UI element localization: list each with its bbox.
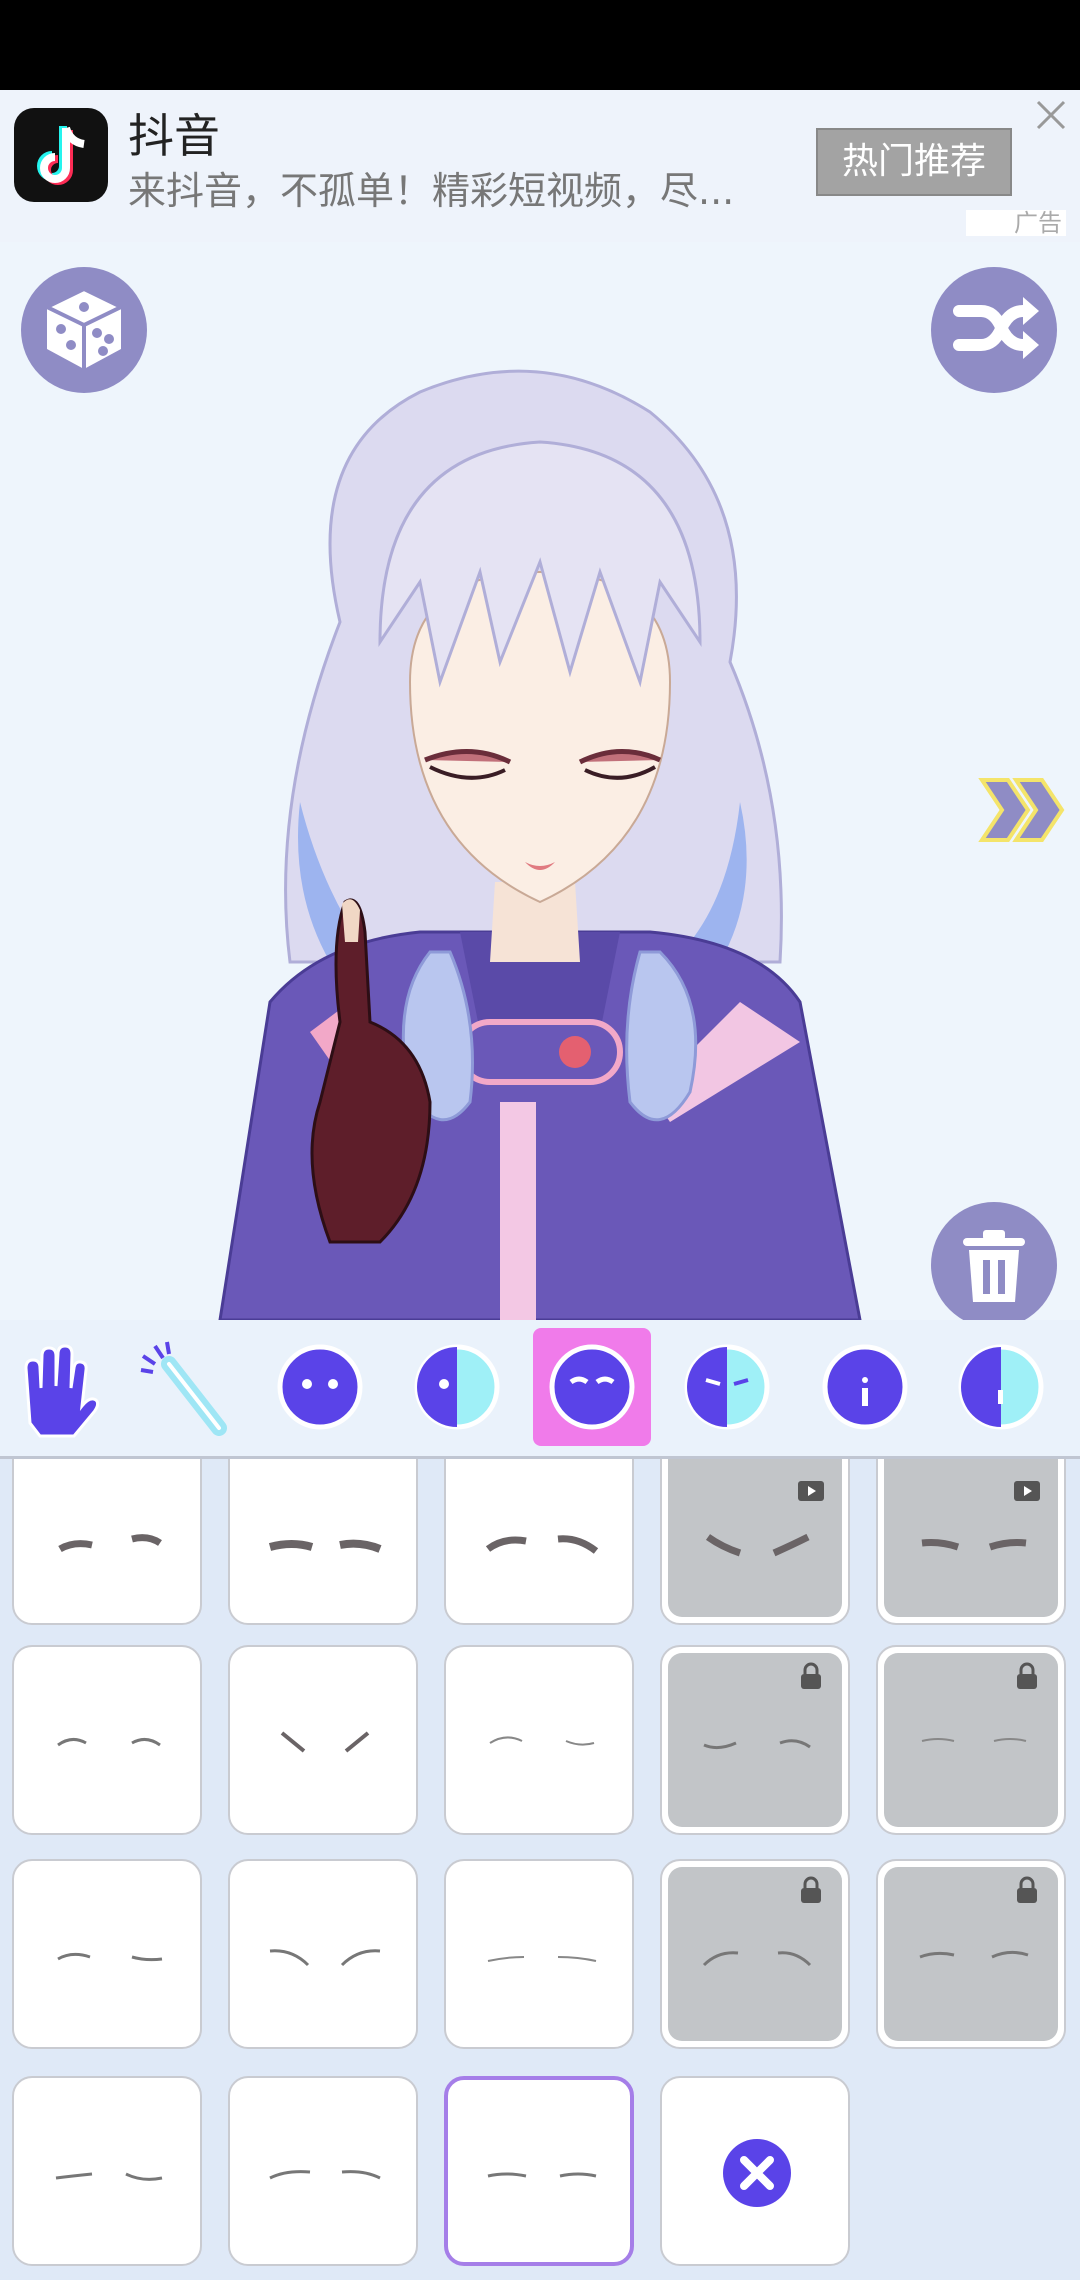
ad-description: 来抖音，不孤单！精彩短视频，尽... <box>128 169 735 213</box>
tool-eye-detail[interactable] <box>668 1328 786 1446</box>
ad-cta-button[interactable]: 热门推荐 <box>816 128 1012 196</box>
ad-label: 广告 <box>966 210 1066 236</box>
no-eyebrow-option[interactable] <box>660 2076 850 2266</box>
lock-icon <box>1017 1876 1037 1903</box>
tool-half-face-detail[interactable] <box>942 1328 1060 1446</box>
brow-option-4[interactable] <box>660 1459 850 1625</box>
brow-option-15[interactable] <box>876 1859 1066 2049</box>
douyin-logo-icon <box>14 108 108 202</box>
brow-option-16[interactable] <box>12 2076 202 2266</box>
brow-option-13[interactable] <box>444 1859 634 2049</box>
shuffle-button[interactable] <box>931 267 1057 393</box>
status-bar <box>0 0 1080 90</box>
eyebrow-options-grid <box>0 1459 1080 2280</box>
tool-hand[interactable] <box>0 1328 118 1446</box>
tool-eyes[interactable] <box>533 1328 651 1446</box>
ad-banner[interactable]: 抖音 来抖音，不孤单！精彩短视频，尽... 热门推荐 广告 <box>0 90 1080 242</box>
brow-option-14[interactable] <box>660 1859 850 2049</box>
shuffle-icon <box>953 297 1039 359</box>
brow-option-17[interactable] <box>228 2076 418 2266</box>
next-arrows-icon[interactable] <box>978 770 1066 850</box>
tool-wand[interactable] <box>125 1328 243 1446</box>
brow-option-5[interactable] <box>876 1459 1066 1625</box>
tool-half-face[interactable] <box>398 1328 516 1446</box>
half-face-detail-icon <box>958 1344 1044 1430</box>
brow-option-1[interactable] <box>12 1459 202 1625</box>
trash-icon <box>963 1230 1025 1302</box>
ad-app-name: 抖音 <box>128 109 220 163</box>
brow-option-2[interactable] <box>228 1459 418 1625</box>
category-toolbar <box>0 1320 1080 1459</box>
brow-option-11[interactable] <box>12 1859 202 2049</box>
brow-option-10[interactable] <box>876 1645 1066 1835</box>
brow-option-3[interactable] <box>444 1459 634 1625</box>
brow-option-6[interactable] <box>12 1645 202 1835</box>
eyes-icon <box>549 1344 635 1430</box>
tool-mouth[interactable] <box>806 1328 924 1446</box>
video-icon <box>1014 1481 1040 1501</box>
mouth-icon <box>822 1344 908 1430</box>
video-icon <box>798 1481 824 1501</box>
brow-option-7[interactable] <box>228 1645 418 1835</box>
brow-option-12[interactable] <box>228 1859 418 2049</box>
hand-icon <box>24 1344 100 1438</box>
remove-icon <box>723 2139 791 2207</box>
brow-option-9[interactable] <box>660 1645 850 1835</box>
dice-icon <box>42 286 126 369</box>
random-dice-button[interactable] <box>21 267 147 393</box>
face-icon <box>277 1344 363 1430</box>
wand-icon <box>140 1341 227 1436</box>
lock-icon <box>801 1876 821 1903</box>
character-illustration <box>218 369 862 1320</box>
eye-detail-icon <box>684 1344 770 1430</box>
lock-icon <box>801 1662 821 1689</box>
half-face-icon <box>414 1344 500 1430</box>
lock-icon <box>1017 1662 1037 1689</box>
character-preview <box>0 242 1080 1320</box>
close-icon[interactable] <box>1032 96 1070 134</box>
brow-option-18[interactable] <box>444 2076 634 2266</box>
brow-option-8[interactable] <box>444 1645 634 1835</box>
tool-face[interactable] <box>261 1328 379 1446</box>
delete-button[interactable] <box>931 1202 1057 1320</box>
